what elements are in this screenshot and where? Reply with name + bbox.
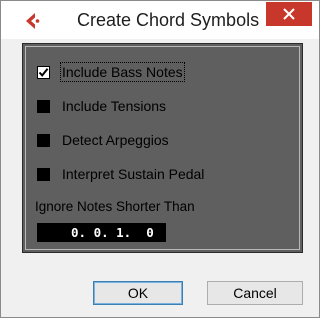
ok-button[interactable]: OK (93, 281, 183, 305)
checkmark-icon (38, 67, 49, 77)
ignore-notes-duration-field[interactable]: 0. 0. 1. 0 (37, 223, 166, 242)
include-tensions-label: Include Tensions (62, 98, 167, 114)
include-bass-notes-label: Include Bass Notes (60, 62, 185, 82)
ignore-notes-label: Ignore Notes Shorter Than (35, 199, 195, 214)
include-bass-notes-option[interactable]: Include Bass Notes (37, 61, 185, 83)
interpret-sustain-pedal-label: Interpret Sustain Pedal (62, 166, 205, 182)
interpret-sustain-pedal-checkbox[interactable] (37, 167, 50, 181)
include-tensions-option[interactable]: Include Tensions (37, 95, 166, 117)
close-icon (283, 8, 295, 20)
title-bar: Create Chord Symbols (1, 1, 319, 39)
interpret-sustain-pedal-option[interactable]: Interpret Sustain Pedal (37, 163, 204, 185)
cancel-button[interactable]: Cancel (207, 281, 303, 305)
detect-arpeggios-option[interactable]: Detect Arpeggios (37, 129, 169, 151)
dialog-title: Create Chord Symbols (77, 10, 260, 30)
detect-arpeggios-checkbox[interactable] (37, 133, 50, 147)
close-button[interactable] (266, 2, 312, 26)
create-chord-symbols-dialog: Create Chord Symbols Include Bass Notes … (0, 0, 320, 318)
options-panel: Include Bass Notes Include Tensions Dete… (22, 43, 303, 253)
cubase-logo-icon (22, 11, 42, 31)
detect-arpeggios-label: Detect Arpeggios (62, 132, 169, 148)
include-tensions-checkbox[interactable] (37, 99, 50, 113)
include-bass-notes-checkbox[interactable] (37, 65, 50, 79)
